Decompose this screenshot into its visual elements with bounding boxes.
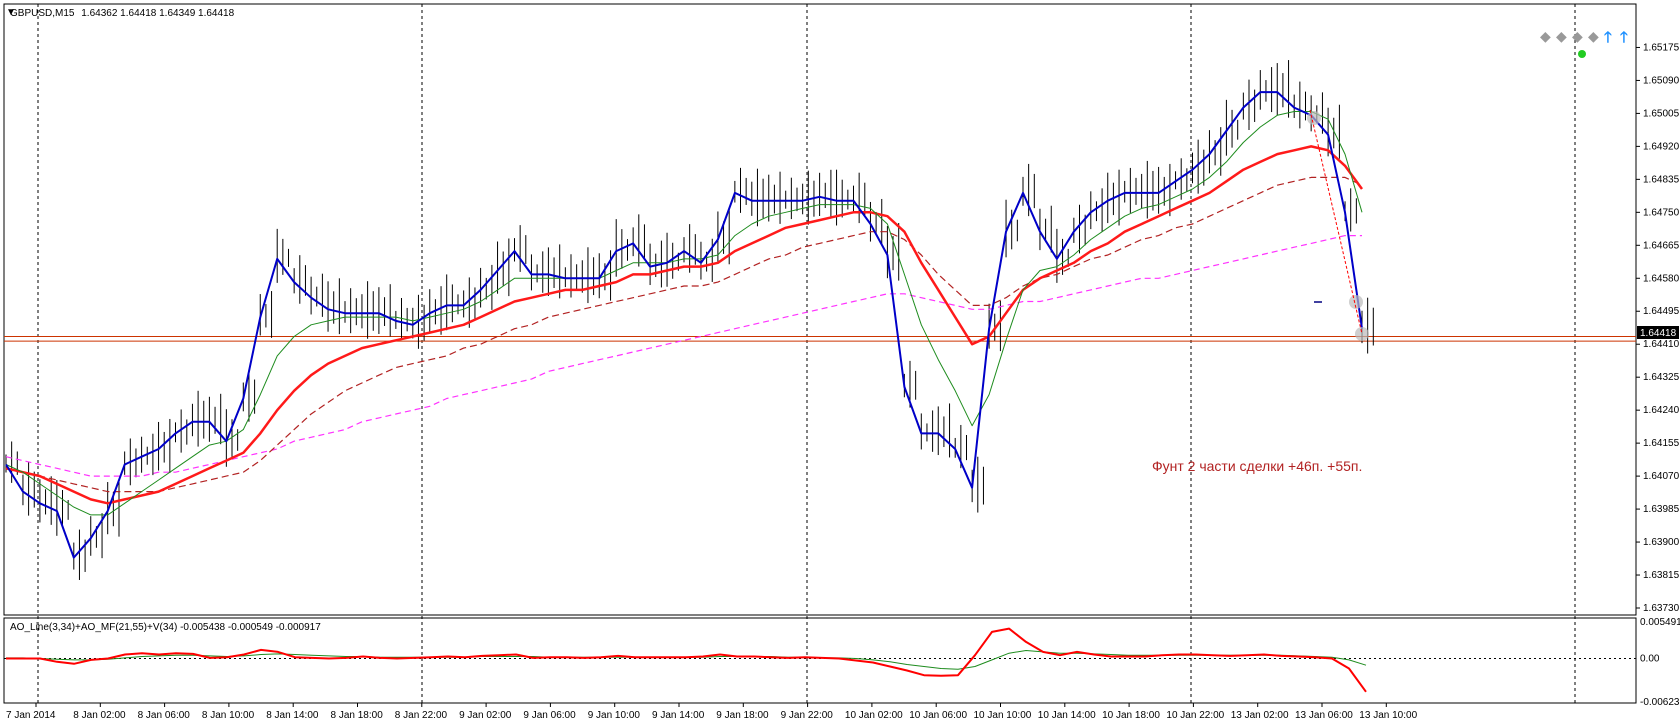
time-tick-label: 8 Jan 14:00 <box>266 710 319 721</box>
green-dot-icon <box>1578 50 1586 58</box>
price-series <box>5 91 1364 559</box>
symbol-title: GBPUSD,M15 <box>10 8 75 19</box>
time-tick-label: 13 Jan 02:00 <box>1231 710 1289 721</box>
trade-note: Фунт 2 части сделки +46п. +55п. <box>1152 458 1362 474</box>
time-tick-label: 8 Jan 02:00 <box>73 710 126 721</box>
time-tick-label: 8 Jan 06:00 <box>138 710 191 721</box>
indicator-axis: 0.005491 0.00 -0.006236 <box>1640 617 1680 708</box>
diamond-icon: ◆ <box>1572 28 1583 44</box>
day-separators <box>37 4 1576 703</box>
price-tick-label: 1.64240 <box>1643 405 1680 416</box>
ohlc-values: 1.64362 1.64418 1.64349 1.64418 <box>81 8 234 19</box>
price-tick-label: 1.64155 <box>1643 438 1680 449</box>
time-tick-label: 9 Jan 18:00 <box>716 710 769 721</box>
price-tick-label: 1.64495 <box>1643 306 1680 317</box>
current-price-label: 1.64418 <box>1640 328 1677 339</box>
chart-title: GBPUSD,M15 1.64362 1.64418 1.64349 1.644… <box>10 8 235 19</box>
diamond-icon: ◆ <box>1540 28 1551 44</box>
ema-slow-line <box>5 176 1363 493</box>
time-tick-label: 10 Jan 22:00 <box>1166 710 1224 721</box>
diamond-icon: ◆ <box>1588 28 1599 44</box>
price-tick-label: 1.64665 <box>1643 240 1680 251</box>
osc-signal-line <box>6 650 1367 670</box>
price-tick-label: 1.65090 <box>1643 75 1680 86</box>
time-axis: 7 Jan 2014 8 Jan 02:00 8 Jan 06:00 8 Jan 10… <box>6 703 1418 721</box>
collapse-arrow-icon[interactable]: ▼ <box>6 7 16 18</box>
price-pane-frame <box>3 3 1637 616</box>
up-arrow-icon: 🡑 <box>1604 29 1612 46</box>
price-tick-label: 1.64070 <box>1643 471 1680 482</box>
price-tick-label: 1.64835 <box>1643 174 1680 185</box>
time-tick-label: 7 Jan 2014 <box>6 710 56 721</box>
chart-window[interactable]: GBPUSD,M15 1.64362 1.64418 1.64349 1.644… <box>0 0 1680 726</box>
level-lines[interactable] <box>4 335 1636 342</box>
osc-main-line <box>6 627 1367 693</box>
time-tick-label: 10 Jan 10:00 <box>974 710 1032 721</box>
price-tick-label: 1.64325 <box>1643 372 1680 383</box>
time-tick-label: 13 Jan 10:00 <box>1359 710 1417 721</box>
price-tick-label: 1.65005 <box>1643 108 1680 119</box>
time-tick-label: 10 Jan 18:00 <box>1102 710 1160 721</box>
price-tick-label: 1.64920 <box>1643 141 1680 152</box>
price-tick-label: 1.63900 <box>1643 537 1680 548</box>
time-tick-label: 8 Jan 18:00 <box>331 710 384 721</box>
diamond-icon: ◆ <box>1556 28 1567 44</box>
price-tick-label: 1.64410 <box>1643 339 1680 350</box>
indicator-title: AO_Line(3,34)+AO_MF(21,55)+V(34) -0.0054… <box>10 622 321 633</box>
time-tick-label: 10 Jan 06:00 <box>909 710 967 721</box>
time-tick-label: 9 Jan 14:00 <box>652 710 705 721</box>
oscillator-series <box>6 627 1367 693</box>
time-tick-label: 9 Jan 02:00 <box>459 710 512 721</box>
time-tick-label: 9 Jan 10:00 <box>588 710 641 721</box>
indicator-tick: 0.00 <box>1640 654 1660 665</box>
signal-icons: ◆ ◆ ◆ ◆ 🡑 🡑 <box>1540 28 1628 58</box>
time-tick-label: 8 Jan 22:00 <box>395 710 448 721</box>
indicator-tick: 0.005491 <box>1640 617 1680 628</box>
time-tick-label: 10 Jan 14:00 <box>1038 710 1096 721</box>
time-tick-label: 8 Jan 10:00 <box>202 710 255 721</box>
indicator-tick: -0.006236 <box>1640 697 1680 708</box>
time-tick-label: 9 Jan 22:00 <box>781 710 834 721</box>
time-tick-label: 10 Jan 02:00 <box>845 710 903 721</box>
price-tick-label: 1.64750 <box>1643 207 1680 218</box>
price-tick-label: 1.64580 <box>1643 273 1680 284</box>
price-tick-label: 1.65175 <box>1643 42 1680 53</box>
price-line <box>5 91 1363 559</box>
time-tick-label: 13 Jan 06:00 <box>1295 710 1353 721</box>
time-tick-label: 9 Jan 06:00 <box>523 710 576 721</box>
chart-canvas[interactable]: GBPUSD,M15 1.64362 1.64418 1.64349 1.644… <box>0 0 1680 726</box>
price-tick-label: 1.63730 <box>1643 603 1680 614</box>
up-arrow-icon: 🡑 <box>1620 29 1628 46</box>
price-tick-label: 1.63815 <box>1643 570 1680 581</box>
trade-markers <box>1307 109 1369 341</box>
price-tick-label: 1.63985 <box>1643 504 1680 515</box>
price-bars <box>5 60 1374 580</box>
